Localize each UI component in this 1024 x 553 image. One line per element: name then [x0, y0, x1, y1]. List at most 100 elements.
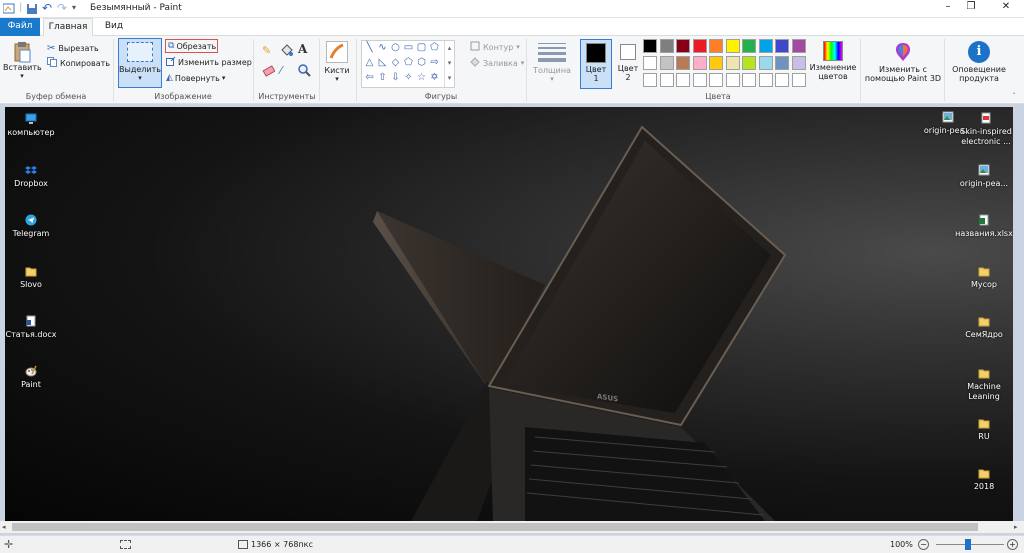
- down-arrow-shape-icon[interactable]: ⇩: [390, 73, 401, 83]
- paste-button[interactable]: Вставить ▾: [3, 39, 42, 89]
- desktop-icon[interactable]: Статья.docx: [5, 315, 64, 340]
- zoom-out-button[interactable]: −: [918, 539, 929, 550]
- desktop-icon[interactable]: Telegram: [5, 214, 64, 239]
- save-icon[interactable]: [26, 3, 38, 15]
- color-swatch[interactable]: [643, 73, 657, 87]
- color-swatch[interactable]: [709, 73, 723, 87]
- curve-shape-icon[interactable]: ∿: [377, 43, 388, 53]
- redo-icon[interactable]: ↷: [57, 2, 69, 15]
- desktop-icon[interactable]: Skin-inspired electronic ...: [955, 112, 1013, 147]
- desktop-icon[interactable]: Мусор: [951, 265, 1013, 290]
- horizontal-scrollbar[interactable]: ◂ ▸: [0, 521, 1024, 533]
- color-swatch[interactable]: [742, 73, 756, 87]
- rounded-rectangle-shape-icon[interactable]: ▢: [416, 43, 427, 53]
- color-swatch[interactable]: [692, 39, 707, 53]
- desktop-icon[interactable]: Slovo: [5, 265, 64, 290]
- desktop-icon[interactable]: СемЯдро: [951, 315, 1013, 340]
- triangle-shape-icon[interactable]: △: [364, 58, 375, 68]
- color-swatch[interactable]: [742, 56, 756, 70]
- hexagon-shape-icon[interactable]: ⬡: [416, 58, 427, 68]
- color2-button[interactable]: Цвет 2: [614, 39, 642, 89]
- desktop-icon[interactable]: названия.xlsx: [951, 214, 1013, 239]
- color-swatch[interactable]: [791, 56, 806, 70]
- text-tool-icon[interactable]: A: [298, 42, 311, 56]
- four-point-star-shape-icon[interactable]: ✧: [403, 73, 414, 83]
- tab-file[interactable]: Файл: [0, 18, 40, 36]
- desktop-icon[interactable]: RU: [951, 417, 1013, 442]
- up-arrow-shape-icon[interactable]: ⇧: [377, 73, 388, 83]
- scroll-left-icon[interactable]: ◂: [2, 523, 6, 531]
- color-swatch[interactable]: [676, 56, 690, 70]
- shapes-scroll[interactable]: ▴ ▾ ▾: [444, 41, 454, 87]
- color-swatch[interactable]: [775, 39, 789, 53]
- select-button[interactable]: Выделить ▾: [118, 38, 162, 88]
- color-swatch[interactable]: [709, 56, 723, 70]
- undo-icon[interactable]: ↶: [42, 2, 54, 15]
- close-button[interactable]: ✕: [994, 1, 1018, 17]
- color-swatch[interactable]: [643, 56, 657, 70]
- line-shape-icon[interactable]: ╲: [364, 43, 375, 53]
- pentagon-shape-icon[interactable]: ⬠: [403, 58, 414, 68]
- color1-button[interactable]: Цвет 1: [580, 39, 612, 89]
- crop-button[interactable]: ⧉ Обрезать: [165, 39, 218, 53]
- collapse-ribbon-icon[interactable]: ˆ: [1012, 92, 1016, 101]
- polygon-shape-icon[interactable]: ⬠: [429, 43, 440, 53]
- right-triangle-shape-icon[interactable]: ◺: [377, 58, 388, 68]
- color-swatch[interactable]: [659, 56, 674, 70]
- color-swatch[interactable]: [758, 73, 773, 87]
- color-swatch[interactable]: [791, 39, 806, 53]
- color-swatch[interactable]: [692, 56, 707, 70]
- fill-bucket-icon[interactable]: [280, 44, 293, 57]
- minimize-button[interactable]: –: [937, 1, 959, 17]
- color-swatch[interactable]: [676, 73, 690, 87]
- brushes-button[interactable]: Кисти ▾: [322, 39, 352, 89]
- rectangle-shape-icon[interactable]: ▭: [403, 43, 414, 53]
- customize-qat-icon[interactable]: ▾: [72, 3, 82, 15]
- color-swatch[interactable]: [725, 39, 740, 53]
- product-alert-button[interactable]: i Оповещение продукта: [948, 39, 1010, 91]
- scroll-right-icon[interactable]: ▸: [1014, 523, 1018, 531]
- outline-button[interactable]: Контур ▾: [470, 41, 520, 53]
- pencil-icon[interactable]: ✎: [262, 44, 275, 57]
- six-point-star-shape-icon[interactable]: ✡: [429, 73, 440, 83]
- color-swatch[interactable]: [659, 73, 674, 87]
- diamond-shape-icon[interactable]: ◇: [390, 58, 401, 68]
- cut-button[interactable]: ✂ Вырезать: [47, 42, 99, 54]
- color-swatch[interactable]: [742, 39, 756, 53]
- zoom-slider-thumb[interactable]: [965, 539, 971, 550]
- paint-app-icon[interactable]: [2, 3, 15, 15]
- color-swatch[interactable]: [758, 39, 773, 53]
- color-swatch[interactable]: [758, 56, 773, 70]
- desktop-icon[interactable]: origin-pea...: [951, 164, 1013, 189]
- desktop-icon[interactable]: 2018: [951, 467, 1013, 492]
- color-swatch[interactable]: [791, 73, 806, 87]
- star-shape-icon[interactable]: ☆: [416, 73, 427, 83]
- maximize-button[interactable]: ❐: [959, 1, 983, 17]
- right-arrow-shape-icon[interactable]: ⇨: [429, 58, 440, 68]
- size-button[interactable]: Толщина ▾: [530, 40, 574, 88]
- color-swatch[interactable]: [775, 56, 789, 70]
- color-picker-icon[interactable]: ⁄: [280, 64, 293, 77]
- zoom-in-button[interactable]: +: [1007, 539, 1018, 550]
- left-arrow-shape-icon[interactable]: ⇦: [364, 73, 375, 83]
- color-swatch[interactable]: [643, 39, 657, 53]
- desktop-icon[interactable]: Dropbox: [5, 164, 64, 189]
- copy-button[interactable]: Копировать: [47, 56, 110, 69]
- color-swatch[interactable]: [659, 39, 674, 53]
- color-swatch[interactable]: [692, 73, 707, 87]
- color-swatch[interactable]: [775, 73, 789, 87]
- color-swatch[interactable]: [725, 56, 740, 70]
- scroll-thumb[interactable]: [12, 523, 978, 531]
- shapes-gallery[interactable]: ╲ ∿ ○ ▭ ▢ ⬠ △ ◺ ◇ ⬠ ⬡ ⇨ ⇦ ⇧ ⇩ ✧ ☆ ✡ ▴ ▾ ▾: [361, 40, 455, 88]
- eraser-icon[interactable]: [262, 64, 276, 77]
- edit-colors-button[interactable]: Изменение цветов: [808, 39, 858, 89]
- oval-shape-icon[interactable]: ○: [390, 43, 401, 53]
- magnifier-icon[interactable]: [298, 64, 311, 77]
- desktop-icon[interactable]: компьютер: [5, 113, 64, 138]
- color-swatch[interactable]: [676, 39, 690, 53]
- canvas[interactable]: ASUS компьютер Dropbox Telegram Slovo Статья…: [5, 107, 1013, 521]
- resize-button[interactable]: Изменить размер: [166, 56, 252, 68]
- color-swatch[interactable]: [709, 39, 723, 53]
- desktop-icon[interactable]: Machine Leaning: [951, 367, 1013, 402]
- tab-view[interactable]: Вид: [98, 18, 130, 36]
